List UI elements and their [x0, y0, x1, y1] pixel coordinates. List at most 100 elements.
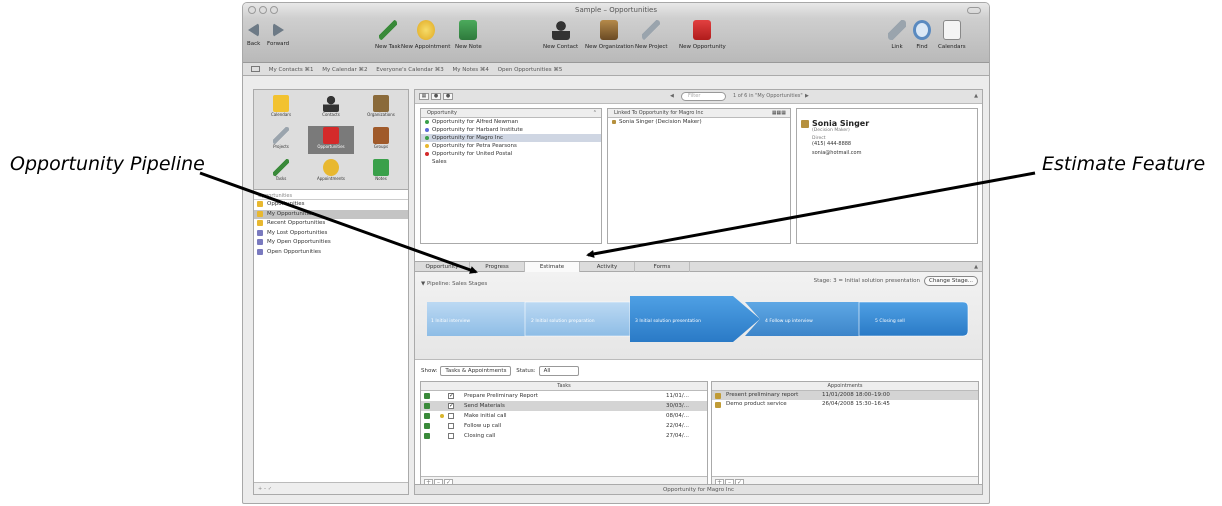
tab-estimate[interactable]: Estimate [525, 262, 580, 272]
folder-icon [257, 201, 263, 207]
contact-phone[interactable]: (415) 444-8888 [801, 141, 977, 147]
sidebar-item-recent-opportunities[interactable]: Recent Opportunities [254, 219, 408, 229]
sidebar-footer-buttons[interactable]: + – ✓ [254, 482, 408, 494]
tasks-header[interactable]: Tasks [421, 382, 707, 391]
sidebar-opportunities[interactable]: Opportunities [308, 126, 354, 154]
previous-record-button[interactable]: ● [431, 93, 441, 100]
note-icon [373, 159, 389, 176]
tab-progress[interactable]: Progress [470, 262, 525, 272]
sidebar-groups[interactable]: Groups [358, 126, 404, 154]
tab-activity[interactable]: Activity [580, 262, 635, 272]
sidebar-tasks[interactable]: Tasks [258, 158, 304, 186]
task-row[interactable]: Closing call 27/04/... [421, 431, 707, 441]
toolbar: Back Forward New Task New Appointment Ne… [243, 18, 989, 63]
status-dot-icon [425, 144, 429, 148]
status-filter-select[interactable]: All [538, 366, 580, 376]
task-row[interactable]: ✓ Send Materials 30/03/... [421, 401, 707, 411]
new-opportunity-button[interactable]: New Opportunity [679, 20, 726, 50]
link-view-icons[interactable]: ▦▦▦ [772, 110, 786, 116]
favorite-my-contacts[interactable]: My Contacts ⌘1 [269, 67, 314, 73]
appointment-icon [715, 393, 721, 399]
linked-header: Linked To Opportunity for Magro Inc ▦▦▦ [608, 109, 790, 118]
opportunity-row[interactable]: Opportunity for Petra Pearsons [421, 142, 601, 150]
find-button[interactable]: Find [913, 20, 931, 50]
forward-triangle-icon[interactable]: ▶ [805, 93, 809, 99]
sidebar-item-my-opportunities[interactable]: My Opportunities [254, 209, 408, 219]
stage-1-label: 1 Initial interview [431, 318, 470, 324]
sidebar-item-open-opportunities[interactable]: Open Opportunities [254, 248, 408, 258]
opportunity-row[interactable]: Sales [421, 158, 601, 166]
back-button[interactable]: Back [247, 20, 260, 47]
sidebar-item-opportunities[interactable]: Opportunities [254, 200, 408, 210]
wrench-icon [642, 20, 661, 40]
opportunity-row[interactable]: Opportunity for United Postal [421, 150, 601, 158]
new-contact-button[interactable]: New Contact [543, 20, 578, 50]
stage-2-label: 2 Initial solution preparation [531, 318, 595, 324]
collapse-triangle-icon[interactable]: ▲ [974, 93, 978, 99]
task-row[interactable]: Follow up call 22/04/... [421, 421, 707, 431]
show-filter-select[interactable]: Tasks & Appointments [440, 366, 512, 376]
sidebar-section-header: Opportunities [254, 190, 408, 200]
view-mode-button[interactable]: ▦ [419, 93, 429, 100]
task-row[interactable]: Make initial call 08/04/... [421, 411, 707, 421]
opportunity-row[interactable]: Opportunity for Magro Inc [421, 134, 601, 142]
back-triangle-icon[interactable]: ◀ [670, 93, 674, 99]
appointment-row[interactable]: Present preliminary report 11/01/2008 18:… [712, 391, 978, 400]
task-row[interactable]: ✓ Prepare Preliminary Report 11/01/... [421, 391, 707, 401]
opportunity-column-header[interactable]: Opportunity ⌃ [421, 109, 601, 118]
favorite-everyones-calendar[interactable]: Everyone's Calendar ⌘3 [376, 67, 443, 73]
opportunity-row[interactable]: Opportunity for Alfred Newman [421, 118, 601, 126]
sidebar-calendars[interactable]: Calendars [258, 94, 304, 122]
app-window: Sample – Opportunities Back Forward New … [242, 2, 990, 504]
linked-records-panel: Linked To Opportunity for Magro Inc ▦▦▦ S… [607, 108, 791, 244]
favorite-my-calendar[interactable]: My Calendar ⌘2 [322, 67, 367, 73]
task-checkbox[interactable]: ✓ [448, 403, 454, 409]
collapse-tabs-icon[interactable]: ▲ [974, 264, 978, 270]
appointments-header[interactable]: Appointments [712, 382, 978, 391]
status-dot-icon [425, 128, 429, 132]
sidebar-projects[interactable]: Projects [258, 126, 304, 154]
opportunity-row[interactable]: Opportunity for Harbard Institute [421, 126, 601, 134]
sidebar-contacts[interactable]: Contacts [308, 94, 354, 122]
tab-opportunity[interactable]: Opportunity [415, 262, 470, 272]
sidebar-icon-grid: Calendars Contacts Organizations Project… [254, 90, 408, 190]
person-icon [323, 95, 339, 112]
tab-forms[interactable]: Forms [635, 262, 690, 272]
person-icon [551, 20, 570, 40]
calendars-button[interactable]: Calendars [938, 20, 966, 50]
callout-opportunity-pipeline: Opportunity Pipeline [10, 153, 205, 175]
task-icon [424, 433, 430, 439]
favorite-my-notes[interactable]: My Notes ⌘4 [452, 67, 488, 73]
new-project-button[interactable]: New Project [635, 20, 668, 50]
appointment-icon [715, 402, 721, 408]
link-button[interactable]: Link [888, 20, 906, 50]
toolbar-toggle-button[interactable] [967, 7, 981, 14]
sidebar-item-my-open-opportunities[interactable]: My Open Opportunities [254, 238, 408, 248]
appointment-row[interactable]: Demo product service 26/04/2008 15:30–16:… [712, 400, 978, 409]
task-checkbox[interactable] [448, 413, 454, 419]
filter-search-input[interactable]: Filter [681, 92, 726, 101]
new-organization-button[interactable]: New Organization [585, 20, 634, 50]
forward-button[interactable]: Forward [267, 20, 289, 47]
task-checkbox[interactable] [448, 433, 454, 439]
calendar-icon [273, 95, 289, 112]
main-panel: ▦ ● ● ◀ Filter 1 of 6 in "My Opportuniti… [414, 89, 983, 495]
new-note-button[interactable]: New Note [455, 20, 482, 50]
task-checkbox[interactable] [448, 423, 454, 429]
new-appointment-button[interactable]: New Appointment [401, 20, 450, 50]
stage-4-label: 4 Follow up interview [765, 318, 813, 324]
sidebar-appointments[interactable]: Appointments [308, 158, 354, 186]
sidebar-notes[interactable]: Notes [358, 158, 404, 186]
favorite-open-opportunities[interactable]: Open Opportunities ⌘5 [498, 67, 563, 73]
sidebar-item-my-lost-opportunities[interactable]: My Lost Opportunities [254, 229, 408, 239]
contact-email[interactable]: sonia@hotmail.com [801, 150, 977, 156]
linked-contact-row[interactable]: Sonia Singer (Decision Maker) [608, 118, 790, 126]
next-record-button[interactable]: ● [443, 93, 453, 100]
sidebar-organizations[interactable]: Organizations [358, 94, 404, 122]
wrench-icon [273, 127, 289, 144]
sidebar-toggle-icon[interactable] [251, 66, 260, 72]
new-task-button[interactable]: New Task [375, 20, 401, 50]
status-dot-icon [425, 136, 429, 140]
red-book-icon [323, 127, 339, 144]
task-checkbox[interactable]: ✓ [448, 393, 454, 399]
